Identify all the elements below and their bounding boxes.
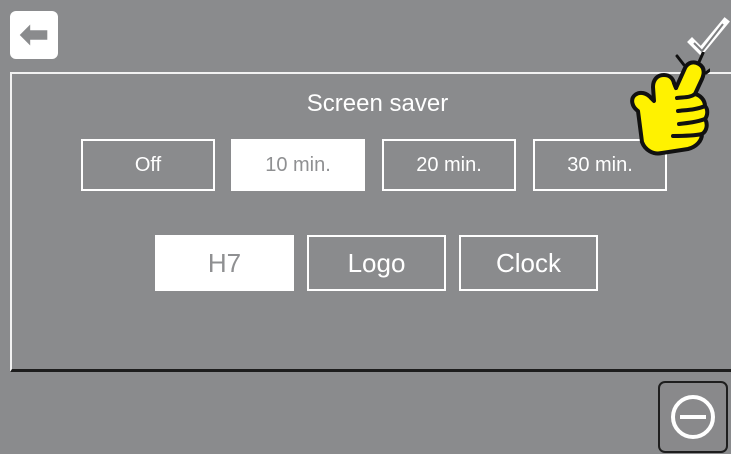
mode-clock-label: Clock (495, 247, 561, 278)
timeout-20-min-button[interactable]: 20 min. (382, 139, 516, 191)
mode-clock-button[interactable]: Clock (459, 235, 598, 291)
timeout-10-min-button[interactable]: 10 min. (231, 139, 365, 191)
arrow-left-icon (15, 16, 53, 54)
timeout-off-button[interactable]: Off (81, 139, 215, 191)
screen-saver-settings-screen: Screen saver Off 10 min. 20 min. 30 min.… (0, 0, 731, 454)
checkmark-icon (686, 14, 730, 62)
settings-panel: Screen saver Off 10 min. 20 min. 30 min.… (10, 72, 731, 372)
mode-logo-label: Logo (347, 247, 406, 278)
back-button[interactable] (10, 11, 58, 59)
mode-h7-button[interactable]: H7 (155, 235, 294, 291)
bottom-bar (0, 372, 731, 454)
timeout-20-min-label: 20 min. (416, 153, 482, 176)
mode-h7-label: H7 (207, 247, 242, 278)
confirm-button[interactable] (685, 12, 731, 64)
timeout-10-min-label: 10 min. (265, 153, 331, 176)
timeout-30-min-label: 30 min. (567, 153, 633, 176)
timeout-off-label: Off (134, 153, 162, 176)
timeout-30-min-button[interactable]: 30 min. (533, 139, 667, 191)
minus-button[interactable] (658, 381, 728, 453)
top-bar (0, 0, 731, 72)
minus-circle-icon (667, 391, 719, 443)
screen-saver-title: Screen saver (306, 90, 449, 117)
mode-logo-button[interactable]: Logo (307, 235, 446, 291)
